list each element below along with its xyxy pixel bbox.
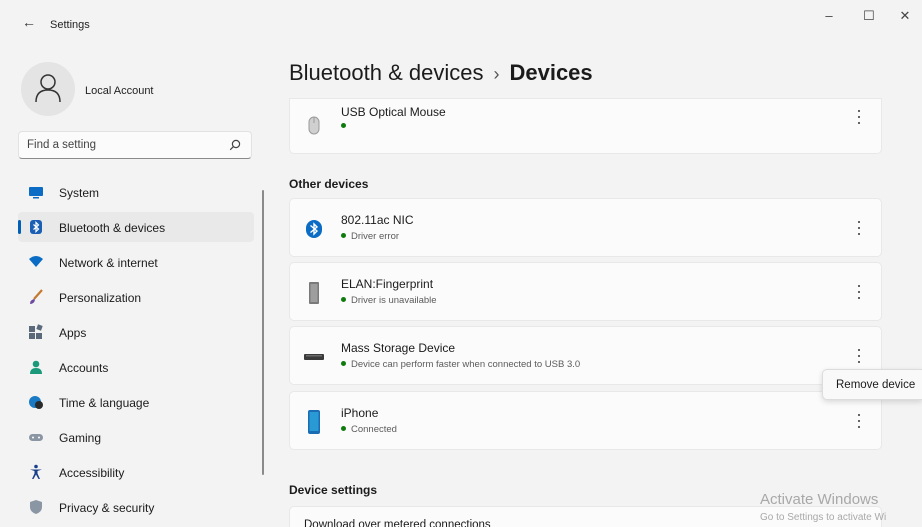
- accounts-icon: [30, 360, 42, 374]
- person-icon: [35, 74, 61, 103]
- sidebar-item-label: Apps: [59, 326, 87, 340]
- title-bar: ← Settings – ☐ ✕: [0, 0, 922, 40]
- phone-icon: [308, 410, 320, 434]
- activation-watermark-subtitle: Go to Settings to activate Wi: [760, 512, 887, 523]
- activation-watermark-title: Activate Windows: [760, 491, 879, 508]
- device-card-nic[interactable]: 802.11ac NIC Driver error: [289, 198, 882, 257]
- breadcrumb: Bluetooth & devices › Devices: [289, 60, 593, 86]
- avatar[interactable]: [21, 62, 75, 116]
- device-status: Connected: [341, 424, 397, 435]
- status-dot: [341, 360, 346, 366]
- accessibility-icon: [30, 464, 42, 479]
- mouse-icon: [308, 116, 320, 135]
- close-button[interactable]: ✕: [894, 8, 916, 24]
- status-dot: [341, 232, 346, 238]
- sidebar-item-apps[interactable]: Apps: [18, 317, 254, 347]
- active-indicator: [18, 220, 21, 234]
- sidebar-item-system[interactable]: System: [18, 177, 254, 207]
- sidebar-item-personalization[interactable]: Personalization: [18, 282, 254, 312]
- status-dot: [341, 122, 346, 128]
- sidebar-item-label: Accessibility: [59, 466, 125, 480]
- device-card-mass-storage[interactable]: Mass Storage Device Device can perform f…: [289, 326, 882, 385]
- minimize-button[interactable]: –: [818, 8, 840, 23]
- device-card-fingerprint[interactable]: ELAN:Fingerprint Driver is unavailable: [289, 262, 882, 321]
- search-input[interactable]: [19, 132, 219, 158]
- sidebar-item-label: Privacy & security: [59, 501, 155, 515]
- breadcrumb-separator: ›: [493, 64, 500, 84]
- device-name: USB Optical Mouse: [341, 105, 446, 119]
- device-card-iphone[interactable]: iPhone Connected: [289, 391, 882, 450]
- usb-drive-icon: [304, 354, 324, 360]
- device-status: Device can perform faster when connected…: [341, 359, 580, 370]
- brush-icon: [30, 289, 43, 304]
- setting-label: Download over metered connections: [304, 519, 491, 527]
- more-options-button[interactable]: [851, 346, 867, 366]
- sidebar-item-label: Network & internet: [59, 256, 158, 270]
- device-name: iPhone: [341, 406, 379, 420]
- more-options-button[interactable]: [851, 107, 867, 127]
- sidebar-item-label: Bluetooth & devices: [59, 221, 166, 235]
- search-icon[interactable]: [229, 139, 241, 151]
- bluetooth-icon: [30, 220, 42, 234]
- context-menu: Remove device: [822, 369, 922, 400]
- remove-device-menu-item[interactable]: Remove device: [836, 379, 915, 391]
- section-title-device-settings: Device settings: [289, 483, 378, 497]
- breadcrumb-parent[interactable]: Bluetooth & devices: [289, 60, 483, 85]
- device-name: ELAN:Fingerprint: [341, 277, 434, 291]
- more-options-button[interactable]: [851, 218, 867, 238]
- sidebar-item-label: Accounts: [59, 361, 109, 375]
- status-dot: [341, 296, 346, 302]
- bluetooth-device-icon: [306, 220, 322, 238]
- fingerprint-device-icon: [309, 282, 319, 304]
- apps-icon: [29, 324, 43, 339]
- account-name: Local Account: [85, 85, 154, 97]
- sidebar-item-bluetooth-devices[interactable]: Bluetooth & devices: [18, 212, 254, 242]
- sidebar-item-label: Time & language: [59, 396, 150, 410]
- status-dot: [341, 425, 346, 431]
- sidebar-item-accessibility[interactable]: Accessibility: [18, 457, 254, 487]
- system-icon: [29, 187, 43, 199]
- more-options-button[interactable]: [851, 282, 867, 302]
- section-title-other-devices: Other devices: [289, 177, 369, 191]
- sidebar-item-gaming[interactable]: Gaming: [18, 422, 254, 452]
- device-status: Driver error: [341, 231, 399, 242]
- back-button[interactable]: ←: [22, 14, 36, 30]
- search-box[interactable]: [18, 131, 252, 159]
- wifi-icon: [29, 256, 43, 267]
- sidebar-item-accounts[interactable]: Accounts: [18, 352, 254, 382]
- sidebar-item-network[interactable]: Network & internet: [18, 247, 254, 277]
- sidebar-scrollbar[interactable]: [262, 190, 264, 475]
- sidebar-item-label: System: [59, 186, 100, 200]
- sidebar-item-privacy-security[interactable]: Privacy & security: [18, 492, 254, 522]
- window-title: Settings: [50, 19, 90, 31]
- globe-clock-icon: [29, 396, 43, 409]
- main-content: Bluetooth & devices › Devices USB Optical …: [270, 40, 922, 527]
- device-status: Driver is unavailable: [341, 295, 437, 306]
- shield-icon: [30, 500, 42, 514]
- device-card-mouse[interactable]: USB Optical Mouse: [289, 98, 882, 154]
- sidebar-item-time-language[interactable]: Time & language: [18, 387, 254, 417]
- page-title: Devices: [509, 60, 593, 85]
- device-name: 802.11ac NIC: [341, 213, 414, 227]
- device-status: [341, 121, 351, 132]
- gamepad-icon: [29, 434, 43, 441]
- device-name: Mass Storage Device: [341, 341, 456, 355]
- more-options-button[interactable]: [851, 411, 867, 431]
- maximize-button[interactable]: ☐: [858, 8, 880, 24]
- sidebar-item-label: Personalization: [59, 291, 142, 305]
- sidebar: Local Account System Bluetooth & devices…: [0, 40, 270, 527]
- sidebar-item-label: Gaming: [59, 431, 102, 445]
